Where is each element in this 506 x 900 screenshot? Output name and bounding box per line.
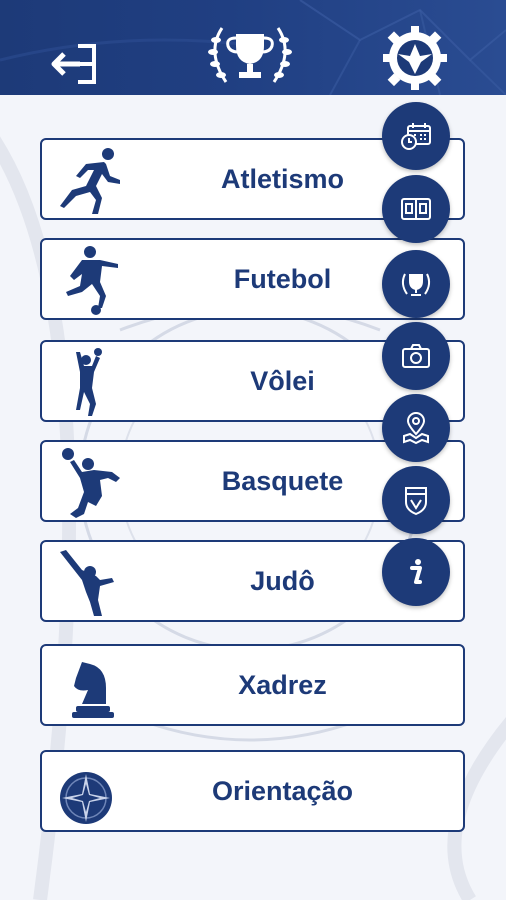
scoreboard-button[interactable] (382, 175, 450, 243)
shield-badge-icon (405, 487, 427, 516)
trophy-button[interactable] (382, 250, 450, 318)
sport-label: Xadrez (238, 669, 327, 700)
trophy-icon (401, 273, 431, 296)
info-icon (410, 559, 422, 584)
sport-label: Orientação (211, 775, 354, 806)
trophy-laurel-icon (200, 18, 300, 90)
sport-card-orientacao[interactable]: Orientação (40, 750, 465, 832)
camera-icon (402, 344, 430, 368)
info-button[interactable] (382, 538, 450, 606)
map-pin-icon (403, 412, 429, 445)
app-header (0, 0, 506, 95)
calendar-button[interactable] (382, 102, 450, 170)
logout-arrow-icon[interactable] (50, 42, 106, 86)
sport-card-xadrez[interactable]: Xadrez (40, 644, 465, 726)
camera-button[interactable] (382, 322, 450, 390)
scoreboard-icon (401, 198, 431, 220)
calendar-clock-icon (401, 123, 431, 150)
shield-button[interactable] (382, 466, 450, 534)
location-button[interactable] (382, 394, 450, 462)
gear-crest-icon (380, 20, 450, 92)
